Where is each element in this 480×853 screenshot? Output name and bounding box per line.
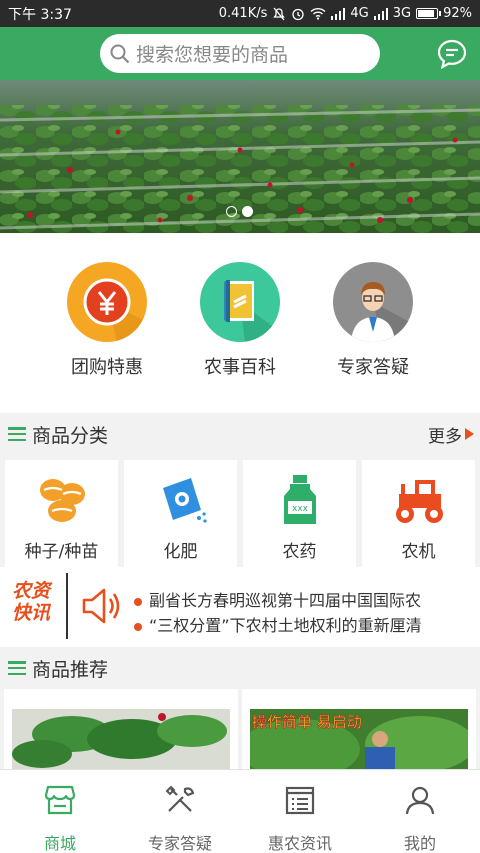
search-icon bbox=[110, 44, 130, 63]
quick-links: 团购特惠 农事百科 专家答疑 bbox=[0, 233, 480, 413]
product-card[interactable] bbox=[4, 689, 238, 769]
category-machinery[interactable]: 农机 bbox=[362, 460, 475, 567]
banner-carousel[interactable] bbox=[0, 80, 480, 233]
user-icon bbox=[405, 786, 435, 815]
menu-lines-icon bbox=[8, 661, 26, 675]
strawberry-plant-photo bbox=[12, 709, 230, 769]
battery-percent: 92% bbox=[443, 6, 472, 21]
category-grid: 种子/种苗 化肥 xxx 农药 农机 bbox=[0, 455, 480, 567]
quick-link-label: 团购特惠 bbox=[71, 357, 143, 378]
quick-link-group-buy[interactable]: 团购特惠 bbox=[47, 262, 167, 379]
svg-text:xxx: xxx bbox=[292, 504, 309, 514]
bullet-dot bbox=[134, 597, 142, 606]
greenhouse-worker-photo: 操作简单 易启动 bbox=[250, 709, 468, 769]
more-link[interactable]: 更多 bbox=[428, 422, 474, 447]
nav-label: 惠农资讯 bbox=[267, 834, 332, 853]
quick-link-label: 农事百科 bbox=[204, 357, 276, 378]
book-icon bbox=[200, 262, 280, 342]
category-label: 农药 bbox=[282, 542, 317, 562]
news-logo-line2: 快讯 bbox=[12, 602, 51, 624]
battery-icon bbox=[416, 8, 442, 19]
news-item[interactable]: 副省长方春明巡视第十四届中国国际农 bbox=[134, 587, 474, 611]
carousel-dot[interactable] bbox=[226, 206, 237, 217]
net-speed: 0.41K/s bbox=[218, 6, 268, 21]
yuan-coin-icon bbox=[67, 262, 147, 342]
category-label: 化肥 bbox=[163, 542, 198, 562]
fertilizer-bag-icon bbox=[162, 478, 207, 523]
news-logo: 农资 快讯 bbox=[12, 580, 54, 624]
more-label: 更多 bbox=[428, 426, 462, 447]
menu-lines-icon bbox=[8, 427, 26, 441]
product-overlay-text: 操作简单 易启动 bbox=[252, 713, 362, 731]
category-label: 农机 bbox=[401, 542, 436, 562]
category-pesticide[interactable]: xxx 农药 bbox=[243, 460, 356, 567]
news-item-text: 副省长方春明巡视第十四届中国国际农 bbox=[149, 591, 422, 610]
expert-avatar-icon bbox=[333, 262, 413, 342]
news-ticker[interactable]: 农资 快讯 副省长方春明巡视第十四届中国国际农 “三权分置”下农村土地权利的重新… bbox=[0, 567, 480, 647]
top-header: 搜索您想要的商品 bbox=[0, 27, 480, 80]
store-icon bbox=[44, 785, 76, 815]
seeds-icon bbox=[39, 479, 85, 522]
nav-label: 商城 bbox=[43, 834, 76, 853]
tools-icon bbox=[165, 785, 195, 812]
carousel-dot-active[interactable] bbox=[242, 206, 253, 217]
nav-label: 我的 bbox=[403, 834, 436, 853]
section-title: 商品推荐 bbox=[32, 658, 109, 681]
nav-label: 专家答疑 bbox=[147, 834, 212, 853]
speaker-icon bbox=[82, 588, 120, 624]
news-item-text: “三权分置”下农村土地权利的重新厘清 bbox=[149, 616, 422, 635]
network-3g: 3G bbox=[392, 6, 412, 21]
category-seeds[interactable]: 种子/种苗 bbox=[5, 460, 118, 567]
nav-tab-mine[interactable]: 我的 bbox=[360, 770, 480, 853]
bottom-nav: 商城 专家答疑 惠农资讯 我的 bbox=[0, 769, 480, 853]
tractor-icon bbox=[395, 480, 443, 523]
category-fertilizer[interactable]: 化肥 bbox=[124, 460, 237, 567]
search-bar[interactable]: 搜索您想要的商品 bbox=[100, 34, 380, 73]
category-section-header: 商品分类 更多 bbox=[0, 413, 480, 455]
status-time: 下午 3:37 bbox=[8, 6, 72, 23]
news-logo-line1: 农资 bbox=[12, 580, 51, 602]
status-bar: 下午 3:37 0.41K/s 4G 3G 92% bbox=[0, 0, 480, 27]
nav-tab-expert[interactable]: 专家答疑 bbox=[120, 770, 240, 853]
wifi-icon bbox=[310, 7, 326, 20]
alarm-icon bbox=[292, 8, 305, 20]
news-item[interactable]: “三权分置”下农村土地权利的重新厘清 bbox=[134, 612, 474, 636]
arrow-right-icon bbox=[465, 428, 474, 440]
quick-link-label: 专家答疑 bbox=[337, 357, 409, 378]
product-card[interactable]: 操作简单 易启动 bbox=[242, 689, 476, 769]
quick-link-expert-qa[interactable]: 专家答疑 bbox=[313, 262, 433, 379]
section-title: 商品分类 bbox=[32, 424, 109, 447]
product-list: 操作简单 易启动 bbox=[0, 689, 480, 769]
signal-icon-2 bbox=[373, 7, 388, 20]
category-label: 种子/种苗 bbox=[24, 542, 99, 562]
news-list-icon bbox=[285, 786, 315, 815]
recommend-section-header: 商品推荐 bbox=[0, 647, 480, 689]
chat-bubble-icon[interactable] bbox=[436, 38, 468, 70]
quick-link-farming-wiki[interactable]: 农事百科 bbox=[180, 262, 300, 379]
pesticide-bottle-icon: xxx bbox=[283, 475, 316, 524]
mute-icon bbox=[273, 7, 286, 20]
network-4g: 4G bbox=[350, 6, 369, 21]
nav-tab-store[interactable]: 商城 bbox=[0, 770, 120, 853]
bullet-dot bbox=[134, 622, 142, 631]
signal-icon bbox=[331, 7, 346, 20]
divider bbox=[66, 573, 68, 639]
carousel-dots bbox=[226, 206, 253, 217]
nav-tab-news[interactable]: 惠农资讯 bbox=[240, 770, 360, 853]
search-placeholder: 搜索您想要的商品 bbox=[136, 44, 289, 66]
